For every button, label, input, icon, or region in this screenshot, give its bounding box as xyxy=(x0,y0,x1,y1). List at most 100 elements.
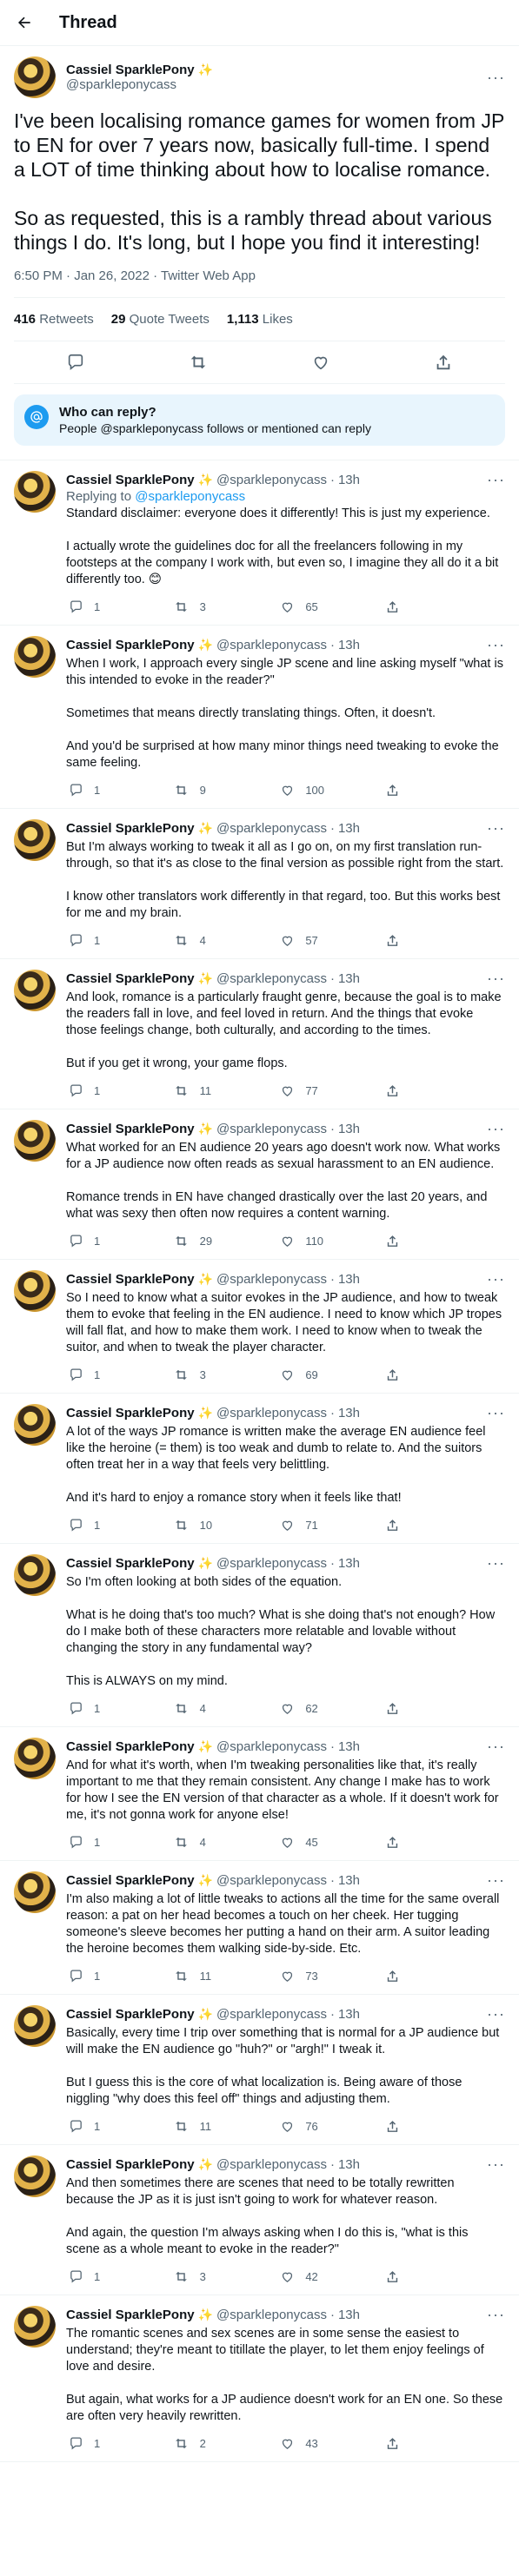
avatar[interactable] xyxy=(14,471,56,513)
avatar[interactable] xyxy=(14,1554,56,1596)
more-options-icon[interactable]: ··· xyxy=(487,2306,505,2324)
reply-time[interactable]: 13h xyxy=(338,1739,360,1754)
avatar[interactable] xyxy=(14,1404,56,1446)
author-name[interactable]: Cassiel SparklePony xyxy=(66,1406,195,1420)
reply-tweet[interactable]: Cassiel SparklePony ✨ @sparkleponycass ·… xyxy=(0,2295,519,2462)
avatar[interactable] xyxy=(14,1871,56,1913)
author-name[interactable]: Cassiel SparklePony xyxy=(66,1739,195,1754)
author-name[interactable]: Cassiel SparklePony xyxy=(66,1272,195,1287)
more-options-icon[interactable]: ··· xyxy=(487,1270,505,1288)
like-button[interactable]: 69 xyxy=(277,1365,329,1384)
reply-time[interactable]: 13h xyxy=(338,2157,360,2172)
reply-icon[interactable] xyxy=(66,353,85,372)
author-handle[interactable]: @sparkleponycass xyxy=(216,2308,327,2322)
retweet-button[interactable]: 29 xyxy=(172,1231,224,1250)
reply-button[interactable]: 1 xyxy=(66,1966,118,1985)
share-button[interactable] xyxy=(383,930,436,950)
author-handle[interactable]: @sparkleponycass xyxy=(216,1406,327,1420)
retweet-button[interactable]: 10 xyxy=(172,1515,224,1534)
author-handle[interactable]: @sparkleponycass xyxy=(216,638,327,652)
retweet-button[interactable]: 4 xyxy=(172,1832,224,1851)
retweet-icon[interactable] xyxy=(189,353,208,372)
like-button[interactable]: 77 xyxy=(277,1081,329,1100)
like-button[interactable]: 73 xyxy=(277,1966,329,1985)
reply-button[interactable]: 1 xyxy=(66,1231,118,1250)
reply-button[interactable]: 1 xyxy=(66,1515,118,1534)
author-name[interactable]: Cassiel SparklePony xyxy=(66,2308,195,2322)
more-options-icon[interactable]: ··· xyxy=(487,819,505,838)
author-name[interactable]: Cassiel SparklePony xyxy=(66,473,195,487)
like-button[interactable]: 57 xyxy=(277,930,329,950)
reply-time[interactable]: 13h xyxy=(338,2308,360,2322)
reply-button[interactable]: 1 xyxy=(66,2434,118,2453)
reply-button[interactable]: 1 xyxy=(66,930,118,950)
reply-button[interactable]: 1 xyxy=(66,597,118,616)
author-handle[interactable]: @sparkleponycass xyxy=(216,1272,327,1287)
share-button[interactable] xyxy=(383,1832,436,1851)
reply-tweet[interactable]: Cassiel SparklePony ✨ @sparkleponycass ·… xyxy=(0,809,519,959)
reply-tweet[interactable]: Cassiel SparklePony ✨ @sparkleponycass ·… xyxy=(0,1727,519,1861)
retweet-button[interactable]: 2 xyxy=(172,2434,224,2453)
share-button[interactable] xyxy=(383,1231,436,1250)
retweet-button[interactable]: 3 xyxy=(172,2267,224,2286)
more-options-icon[interactable]: ··· xyxy=(487,2005,505,2023)
author-handle[interactable]: @sparkleponycass xyxy=(216,2157,327,2172)
like-button[interactable]: 71 xyxy=(277,1515,329,1534)
reply-tweet[interactable]: Cassiel SparklePony ✨ @sparkleponycass ·… xyxy=(0,460,519,626)
reply-tweet[interactable]: Cassiel SparklePony ✨ @sparkleponycass ·… xyxy=(0,2145,519,2295)
reply-time[interactable]: 13h xyxy=(338,971,360,986)
reply-tweet[interactable]: Cassiel SparklePony ✨ @sparkleponycass ·… xyxy=(0,1260,519,1394)
more-options-icon[interactable]: ··· xyxy=(487,1120,505,1138)
author-handle[interactable]: @sparkleponycass xyxy=(216,1122,327,1136)
reply-button[interactable]: 1 xyxy=(66,2267,118,2286)
more-options-icon[interactable]: ··· xyxy=(487,471,505,489)
author-handle[interactable]: @sparkleponycass xyxy=(216,1556,327,1571)
retweets-stat[interactable]: 416 Retweets xyxy=(14,312,94,327)
author-name[interactable]: Cassiel SparklePony xyxy=(66,1556,195,1571)
share-button[interactable] xyxy=(383,1699,436,1718)
more-options-icon[interactable]: ··· xyxy=(487,1871,505,1890)
retweet-button[interactable]: 4 xyxy=(172,930,224,950)
retweet-button[interactable]: 3 xyxy=(172,1365,224,1384)
author-name[interactable]: Cassiel SparklePony xyxy=(66,2007,195,2022)
more-options-icon[interactable]: ··· xyxy=(487,1554,505,1573)
reply-tweet[interactable]: Cassiel SparklePony ✨ @sparkleponycass ·… xyxy=(0,1861,519,1995)
reply-time[interactable]: 13h xyxy=(338,1272,360,1287)
avatar[interactable] xyxy=(14,2306,56,2348)
likes-stat[interactable]: 1,113 Likes xyxy=(227,312,293,327)
retweet-button[interactable]: 3 xyxy=(172,597,224,616)
more-options-icon[interactable]: ··· xyxy=(487,970,505,988)
retweet-button[interactable]: 11 xyxy=(172,2116,224,2136)
avatar[interactable] xyxy=(14,56,56,98)
reply-time[interactable]: 13h xyxy=(338,1406,360,1420)
author-name[interactable]: Cassiel SparklePony xyxy=(66,821,195,836)
more-options-icon[interactable]: ··· xyxy=(487,69,505,87)
share-button[interactable] xyxy=(383,1081,436,1100)
retweet-button[interactable]: 11 xyxy=(172,1966,224,1985)
like-button[interactable]: 65 xyxy=(277,597,329,616)
reply-time[interactable]: 13h xyxy=(338,473,360,487)
more-options-icon[interactable]: ··· xyxy=(487,1404,505,1422)
share-button[interactable] xyxy=(383,597,436,616)
reply-time[interactable]: 13h xyxy=(338,1873,360,1888)
share-button[interactable] xyxy=(383,2267,436,2286)
like-button[interactable]: 45 xyxy=(277,1832,329,1851)
replying-to-link[interactable]: @sparkleponycass xyxy=(135,489,245,504)
avatar[interactable] xyxy=(14,1738,56,1779)
retweet-button[interactable]: 9 xyxy=(172,780,224,799)
author-handle[interactable]: @sparkleponycass xyxy=(216,821,327,836)
more-options-icon[interactable]: ··· xyxy=(487,2155,505,2174)
like-button[interactable]: 110 xyxy=(277,1231,329,1250)
like-icon[interactable] xyxy=(311,353,330,372)
like-button[interactable]: 100 xyxy=(277,780,329,799)
share-button[interactable] xyxy=(383,780,436,799)
reply-button[interactable]: 1 xyxy=(66,780,118,799)
avatar[interactable] xyxy=(14,819,56,861)
retweet-button[interactable]: 4 xyxy=(172,1699,224,1718)
author-name[interactable]: Cassiel SparklePony xyxy=(66,971,195,986)
author-handle[interactable]: @sparkleponycass xyxy=(216,971,327,986)
back-arrow-icon[interactable] xyxy=(14,12,35,33)
reply-restriction-card[interactable]: Who can reply? People @sparkleponycass f… xyxy=(14,394,505,446)
author-name[interactable]: Cassiel SparklePony xyxy=(66,63,195,77)
reply-time[interactable]: 13h xyxy=(338,2007,360,2022)
